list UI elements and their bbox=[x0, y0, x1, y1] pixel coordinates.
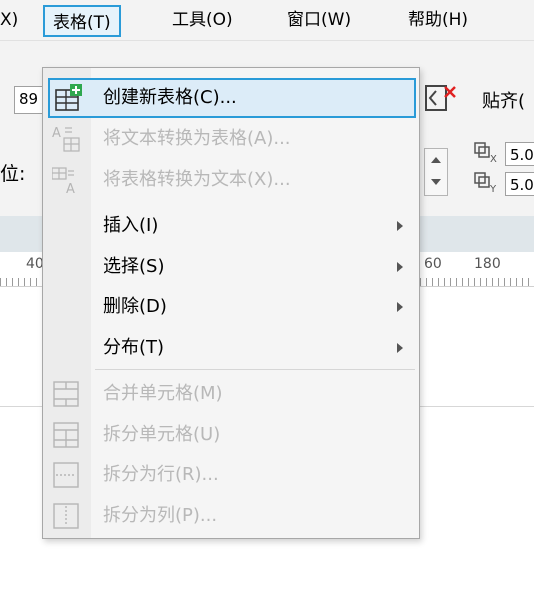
menu-tools[interactable]: 工具(O) bbox=[172, 0, 233, 40]
offset-y-field[interactable]: 5.0 bbox=[505, 172, 534, 196]
svg-text:Y: Y bbox=[489, 184, 497, 194]
menu-item-label: 创建新表格(C)... bbox=[103, 87, 237, 108]
menu-item-distribute[interactable]: 分布(T) bbox=[43, 328, 419, 368]
merge-cells-icon bbox=[53, 381, 79, 407]
submenu-arrow-icon bbox=[397, 302, 403, 312]
menu-item-insert[interactable]: 插入(I) bbox=[43, 206, 419, 246]
menu-item-label: 选择(S) bbox=[103, 256, 165, 277]
split-rows-icon bbox=[53, 462, 79, 488]
menu-item-label: 插入(I) bbox=[103, 215, 159, 236]
menu-item-label: 拆分为行(R)... bbox=[103, 464, 219, 485]
menu-item-merge-cells[interactable]: 合并单元格(M) bbox=[43, 374, 419, 414]
menu-item-create-table[interactable]: 创建新表格(C)... bbox=[48, 78, 416, 118]
menu-item-split-columns[interactable]: 拆分为列(P)... bbox=[43, 496, 419, 536]
menu-item-delete[interactable]: 删除(D) bbox=[43, 287, 419, 327]
menu-x-partial[interactable]: X) bbox=[0, 0, 18, 40]
spinner[interactable] bbox=[424, 148, 448, 196]
snap-remove-icon[interactable] bbox=[423, 83, 459, 113]
submenu-arrow-icon bbox=[397, 343, 403, 353]
snap-label[interactable]: 贴齐( bbox=[482, 87, 525, 113]
create-table-icon bbox=[55, 84, 82, 111]
zoom-field[interactable]: 89 bbox=[14, 86, 44, 114]
menu-help[interactable]: 帮助(H) bbox=[408, 0, 468, 40]
menu-item-text-to-table[interactable]: A 将文本转换为表格(A)... bbox=[43, 119, 419, 159]
menu-item-select[interactable]: 选择(S) bbox=[43, 247, 419, 287]
menu-item-label: 合并单元格(M) bbox=[103, 383, 223, 404]
menu-separator bbox=[95, 369, 415, 370]
menu-bar: X) 表格(T) 工具(O) 窗口(W) 帮助(H) bbox=[0, 0, 534, 41]
offset-x-field[interactable]: 5.0 bbox=[505, 142, 534, 166]
svg-text:A: A bbox=[66, 182, 75, 195]
menu-item-label: 将文本转换为表格(A)... bbox=[103, 128, 291, 149]
menu-window[interactable]: 窗口(W) bbox=[287, 0, 351, 40]
menu-table[interactable]: 表格(T) bbox=[43, 5, 121, 37]
split-columns-icon bbox=[53, 503, 79, 529]
svg-text:X: X bbox=[490, 154, 497, 164]
submenu-arrow-icon bbox=[397, 221, 403, 231]
table-menu: 创建新表格(C)... A 将文本转换为表格(A)... A 将表格转换为文本(… bbox=[42, 67, 420, 539]
text-to-table-icon: A bbox=[52, 126, 80, 152]
offset-y-icon: Y bbox=[474, 172, 497, 194]
menu-item-split-rows[interactable]: 拆分为行(R)... bbox=[43, 455, 419, 495]
ruler-label: 60 bbox=[424, 256, 442, 272]
menu-item-table-to-text[interactable]: A 将表格转换为文本(X)... bbox=[43, 160, 419, 200]
ruler-label: 180 bbox=[474, 256, 501, 272]
svg-text:A: A bbox=[52, 126, 61, 141]
menu-item-split-cells[interactable]: 拆分单元格(U) bbox=[43, 415, 419, 455]
submenu-arrow-icon bbox=[397, 262, 403, 272]
split-cells-icon bbox=[53, 422, 79, 448]
table-to-text-icon: A bbox=[52, 167, 75, 195]
offset-x-icon: X bbox=[474, 142, 497, 164]
position-label: 位: bbox=[0, 163, 26, 185]
menu-item-label: 将表格转换为文本(X)... bbox=[103, 169, 291, 190]
menu-item-label: 拆分为列(P)... bbox=[103, 505, 218, 526]
menu-item-label: 删除(D) bbox=[103, 296, 167, 317]
menu-item-label: 拆分单元格(U) bbox=[103, 424, 221, 445]
menu-item-label: 分布(T) bbox=[103, 337, 165, 358]
